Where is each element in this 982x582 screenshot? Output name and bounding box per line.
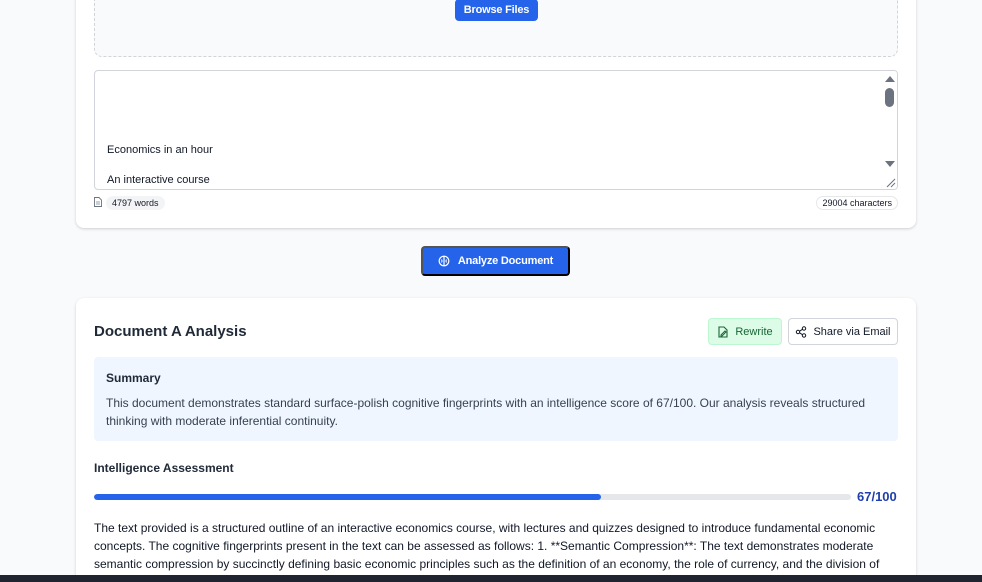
analysis-body-text: The text provided is a structured outlin… (94, 521, 880, 571)
summary-panel: Summary This document demonstrates stand… (94, 357, 898, 441)
document-textarea[interactable]: Economics in an hour An interactive cour… (94, 70, 898, 190)
file-edit-icon (718, 325, 728, 338)
textarea-line: An interactive course (107, 174, 210, 186)
rewrite-button[interactable]: Rewrite (708, 318, 782, 345)
share-button-label: Share via Email (813, 325, 891, 338)
summary-heading: Summary (106, 371, 161, 385)
upload-card: Browse Files Economics in an hour An int… (76, 0, 916, 228)
window-bottom-bar (0, 575, 982, 582)
resize-handle-icon[interactable] (883, 175, 897, 189)
scroll-up-arrow-icon[interactable] (885, 76, 895, 82)
scroll-thumb[interactable] (885, 88, 894, 107)
scroll-down-arrow-icon[interactable] (885, 161, 895, 167)
analysis-card: Document A Analysis Rewrite Share via Em… (76, 298, 916, 582)
intelligence-assessment-heading: Intelligence Assessment (94, 461, 234, 475)
character-count-badge: 29004 characters (816, 196, 898, 210)
document-icon (94, 197, 102, 207)
brain-icon (438, 255, 450, 267)
summary-text: This document demonstrates standard surf… (106, 396, 866, 428)
textarea-line: Economics in an hour (107, 144, 213, 156)
intelligence-score-fill (94, 494, 602, 500)
file-dropzone[interactable]: Browse Files (94, 0, 898, 57)
analyze-document-button[interactable]: Analyze Document (421, 246, 570, 276)
intelligence-score: 67/100 (857, 489, 897, 504)
text-stats: 4797 words 29004 characters (94, 196, 898, 210)
textarea-scrollbar[interactable] (882, 71, 897, 189)
share-via-email-button[interactable]: Share via Email (788, 318, 898, 345)
word-count-badge: 4797 words (106, 196, 165, 210)
share-icon (796, 325, 807, 338)
analyze-button-label: Analyze Document (457, 255, 554, 267)
analysis-title: Document A Analysis (94, 323, 247, 340)
intelligence-score-bar (94, 494, 851, 500)
browse-files-button[interactable]: Browse Files (455, 0, 538, 21)
rewrite-button-label: Rewrite (735, 325, 773, 338)
